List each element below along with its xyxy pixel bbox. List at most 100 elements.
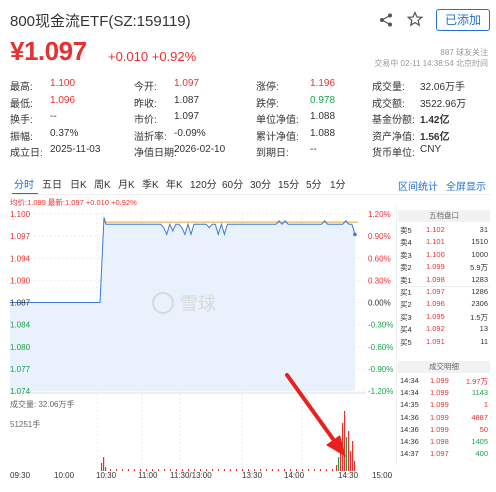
orderbook-qty: 1000	[471, 249, 488, 259]
x-tick-label: 15:00	[372, 471, 393, 480]
orderbook-price: 1.101	[426, 237, 445, 247]
orderbook-divider	[396, 205, 397, 465]
current-price: ¥1.097	[10, 36, 87, 66]
price-last-point	[353, 232, 357, 237]
trade-time: 14:36	[400, 424, 419, 434]
quote-value: -0.09%	[174, 127, 206, 139]
orderbook-row: 买4 1.092 13	[398, 324, 490, 335]
tab-4[interactable]: 月K	[118, 176, 135, 191]
tab-3[interactable]: 周K	[94, 176, 111, 191]
quote-item: 最低: 1.096	[10, 95, 130, 110]
y-tick-right: 1.20%	[368, 210, 391, 219]
volume-bar	[346, 437, 348, 471]
share-icon[interactable]	[378, 12, 394, 28]
orderbook-row: 卖1 1.098 1283	[398, 275, 490, 286]
volume-bar	[354, 461, 356, 471]
trade-price: 1.097	[430, 449, 449, 459]
tab-8[interactable]: 60分	[222, 176, 243, 191]
follower-count: 887 球友关注	[440, 48, 488, 57]
trade-qty: 1	[483, 400, 488, 410]
tab-5[interactable]: 季K	[142, 176, 159, 191]
orderbook-qty: 5.9万	[470, 263, 488, 273]
page-title: 800现金流ETF(SZ:159119)	[10, 13, 191, 30]
volume-bar	[103, 457, 105, 471]
quote-item: 换手: --	[10, 111, 130, 126]
volume-bar	[350, 451, 352, 471]
trade-price: 1.099	[430, 400, 449, 410]
orderbook-qty: 1283	[471, 274, 488, 284]
quote-label: 今开:	[134, 82, 157, 93]
y-tick-left: 1.094	[10, 254, 31, 263]
quote-value: 1.56亿	[420, 131, 450, 143]
quote-value: 2025-11-03	[50, 144, 101, 155]
quote-value: 2026-02-10	[174, 144, 226, 155]
trade-price: 1.099	[430, 388, 449, 398]
trade-time: 14:35	[400, 400, 419, 410]
volume-bar	[320, 469, 321, 471]
quote-label: 最低:	[10, 98, 33, 110]
star-icon[interactable]	[407, 11, 423, 27]
intraday-chart[interactable]: 1.100 1.097 1.094 1.090 1.087 1.084 1.080 1.077…	[0, 205, 398, 471]
quote-label: 成交额:	[372, 98, 405, 110]
orderbook-qty: 11	[480, 336, 488, 346]
volume-max-label: 51251手	[10, 419, 40, 429]
y-tick-right: -0.90%	[368, 365, 393, 374]
volume-bar	[352, 441, 354, 471]
y-tick-left: 1.074	[10, 387, 31, 396]
add-watchlist-button[interactable]: 已添加	[436, 9, 490, 31]
tab-6[interactable]: 年K	[166, 176, 183, 191]
y-tick-left: 1.090	[10, 276, 31, 285]
tab-12[interactable]: 1分	[330, 176, 346, 191]
volume-bar	[101, 463, 103, 471]
quote-label: 成交量:	[372, 82, 405, 93]
trade-price: 1.099	[430, 412, 449, 422]
quote-label: 涨停:	[256, 82, 279, 93]
trade-qty: 400	[475, 449, 488, 459]
tab-0[interactable]: 分时	[14, 176, 34, 191]
y-tick-left: 1.100	[10, 210, 31, 219]
orderbook-qty: 31	[479, 225, 488, 234]
x-tick-label: 11:30/13:00	[170, 471, 212, 480]
quote-item: 跌停: 0.978	[256, 95, 376, 110]
range-stats-link[interactable]: 区间统计	[398, 178, 438, 193]
quote-value: 1.100	[50, 78, 76, 89]
quote-item: 资产净值: 1.56亿	[372, 128, 492, 143]
volume-bar	[314, 469, 315, 471]
volume-bar	[224, 469, 225, 471]
quote-label: 单位净值:	[256, 115, 299, 126]
quote-item: 成立日: 2025-11-03	[10, 144, 130, 159]
orderbook-level: 卖2	[400, 263, 412, 273]
volume-bar	[266, 469, 267, 471]
quote-label: 成立日:	[10, 148, 43, 159]
orderbook-qty: 1510	[471, 237, 488, 247]
quote-label: 换手:	[10, 115, 33, 126]
orderbook-row: 卖4 1.101 1510	[398, 237, 490, 248]
quote-value: CNY	[420, 144, 442, 155]
fullscreen-link[interactable]: 全屏显示	[446, 178, 486, 193]
x-tick-label: 11:00	[138, 471, 158, 480]
tab-7[interactable]: 120分	[190, 176, 217, 191]
quote-value: 0.37%	[50, 127, 79, 139]
x-tick-label: 10:30	[96, 471, 117, 480]
y-tick-left: 1.097	[10, 232, 31, 241]
price-change: +0.010 +0.92%	[108, 49, 197, 64]
tabs-divider	[10, 194, 490, 195]
trade-time: 14:36	[400, 437, 419, 446]
trade-status: 交易中 02-11 14:38:54 北京时间	[374, 59, 488, 68]
tab-9[interactable]: 30分	[250, 176, 271, 191]
x-tick-label: 10:00	[54, 471, 75, 480]
tab-10[interactable]: 15分	[278, 176, 299, 191]
y-tick-left: 1.077	[10, 365, 31, 374]
tab-1[interactable]: 五日	[42, 176, 62, 191]
quote-item: 涨停: 1.196	[256, 78, 376, 93]
tab-11[interactable]: 5分	[306, 176, 322, 191]
tab-2[interactable]: 日K	[70, 176, 87, 191]
orderbook-qty: 13	[479, 324, 488, 334]
orderbook-level: 买5	[400, 337, 412, 347]
period-tabs: 分时 五日 日K 周K 月K 季K 年K 120分 60分 30分 15分 5分 1分	[10, 176, 370, 192]
orderbook-price: 1.091	[426, 336, 445, 346]
quote-item: 溢折率: -0.09%	[134, 128, 254, 143]
trade-price: 1.099	[430, 376, 449, 385]
volume-bar	[272, 469, 273, 471]
quote-label: 基金份额:	[372, 115, 415, 126]
